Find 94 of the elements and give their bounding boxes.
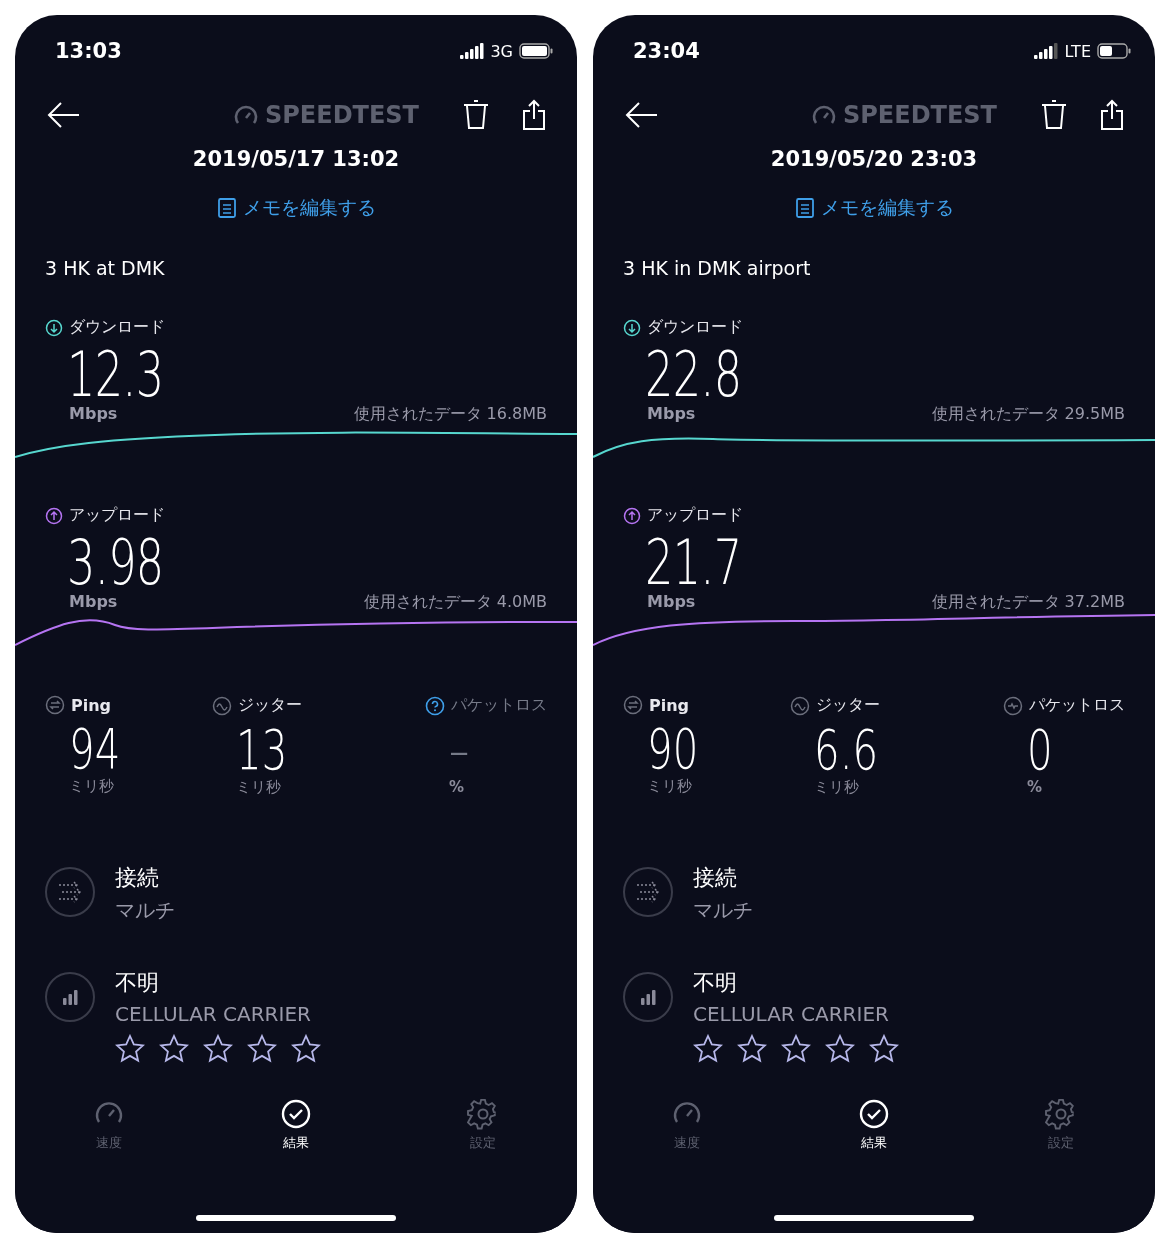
metric-unit: ミリ秒 — [69, 777, 114, 796]
detail-title: 不明 — [693, 969, 738, 997]
result-note: 3 HK in DMK airport — [623, 257, 812, 279]
star-icon — [247, 1034, 277, 1063]
speedtest-logo: SPEEDTEST — [233, 101, 419, 129]
detail-subtitle: マルチ — [115, 897, 175, 924]
result-note: 3 HK at DMK — [45, 257, 166, 279]
battery-icon — [1097, 43, 1131, 59]
metric-value: 0 — [1027, 722, 1053, 778]
download-icon — [45, 318, 63, 337]
back-button[interactable] — [625, 101, 659, 129]
share-button[interactable] — [1099, 99, 1125, 131]
arrows-icon — [635, 881, 661, 903]
back-button[interactable] — [47, 101, 81, 129]
download-icon — [623, 318, 641, 337]
result-date: 2019/05/20 23:03 — [769, 147, 979, 171]
share-button[interactable] — [521, 99, 547, 131]
status-time: 13:03 — [55, 39, 122, 63]
status-time: 23:04 — [633, 39, 700, 63]
ping-icon — [623, 695, 643, 715]
detail-subtitle: マルチ — [693, 897, 753, 924]
speed-label: アップロード — [69, 505, 165, 526]
speed-label: アップロード — [647, 505, 743, 526]
delete-button[interactable] — [461, 99, 491, 131]
data-used: 使用されたデータ 29.5MB — [931, 404, 1125, 425]
data-used: 使用されたデータ 4.0MB — [363, 592, 547, 613]
result-date: 2019/05/17 13:02 — [191, 147, 401, 171]
edit-memo-link[interactable]: メモを編集する — [216, 195, 376, 221]
note-icon — [794, 197, 815, 219]
star-icon — [291, 1034, 321, 1063]
speed-label: ダウンロード — [647, 317, 743, 338]
metric-unit: % — [449, 778, 464, 796]
tab-bar-item[interactable]: 結果 — [280, 1098, 312, 1152]
star-icon — [203, 1034, 233, 1063]
star-icon — [737, 1034, 767, 1063]
speed-label: ダウンロード — [69, 317, 165, 338]
network-type: 3G — [490, 41, 513, 61]
metric-value: – — [449, 722, 470, 778]
speed-unit: Mbps — [647, 592, 696, 611]
star-icon — [825, 1034, 855, 1063]
check-circle-icon — [858, 1098, 890, 1130]
metric-label: Ping — [649, 695, 690, 715]
tab-bar-item[interactable]: 結果 — [858, 1098, 890, 1152]
metric-value: 6.6 — [814, 722, 879, 778]
detail-subtitle: CELLULAR CARRIER — [115, 1002, 312, 1026]
speed-value: 3.98 — [67, 532, 165, 594]
detail-title: 不明 — [115, 969, 160, 997]
metric-value: 90 — [647, 721, 699, 777]
metric-unit: ミリ秒 — [814, 778, 860, 797]
speed-value: 12.3 — [67, 344, 165, 406]
note-icon — [216, 197, 237, 219]
star-icon — [781, 1034, 811, 1063]
speed-unit: Mbps — [647, 404, 696, 423]
question-icon — [425, 695, 445, 716]
wave-icon — [790, 695, 811, 716]
star-icon — [159, 1034, 189, 1063]
cellular-signal-icon — [1034, 43, 1059, 59]
metric-label: Ping — [71, 695, 112, 715]
signal-bars-icon — [61, 988, 79, 1006]
detail-subtitle: CELLULAR CARRIER — [693, 1002, 890, 1026]
signal-bars-icon — [639, 988, 657, 1006]
metric-unit: % — [1027, 778, 1042, 796]
speedtest-logo: SPEEDTEST — [811, 101, 997, 129]
speed-unit: Mbps — [69, 592, 118, 611]
detail-title: 接続 — [115, 864, 160, 892]
star-icon — [693, 1034, 723, 1063]
metric-label: パケットロス — [451, 695, 547, 716]
metric-unit: ミリ秒 — [647, 777, 692, 796]
cellular-signal-icon — [460, 43, 485, 59]
metric-unit: ミリ秒 — [236, 778, 282, 797]
battery-icon — [519, 43, 553, 59]
star-icon — [869, 1034, 899, 1063]
arrows-icon — [57, 881, 83, 903]
data-used: 使用されたデータ 37.2MB — [931, 592, 1125, 613]
delete-button[interactable] — [1039, 99, 1069, 131]
ping-icon — [45, 695, 65, 715]
metric-label: パケットロス — [1029, 695, 1125, 716]
upload-icon — [623, 506, 641, 525]
star-icon — [115, 1034, 145, 1063]
check-circle-icon — [280, 1098, 312, 1130]
metric-label: ジッター — [816, 695, 881, 716]
metric-label: ジッター — [238, 695, 303, 716]
speed-unit: Mbps — [69, 404, 118, 423]
network-type: LTE — [1064, 41, 1091, 61]
upload-icon — [45, 506, 63, 525]
wave-icon — [212, 695, 233, 716]
speed-value: 21.7 — [645, 532, 743, 594]
metric-value: 94 — [69, 721, 121, 777]
speed-value: 22.8 — [645, 344, 743, 406]
edit-memo-link[interactable]: メモを編集する — [794, 195, 954, 221]
data-used: 使用されたデータ 16.8MB — [353, 404, 547, 425]
metric-value: 13 — [236, 722, 288, 778]
detail-title: 接続 — [693, 864, 738, 892]
pulse-icon — [1003, 695, 1023, 716]
